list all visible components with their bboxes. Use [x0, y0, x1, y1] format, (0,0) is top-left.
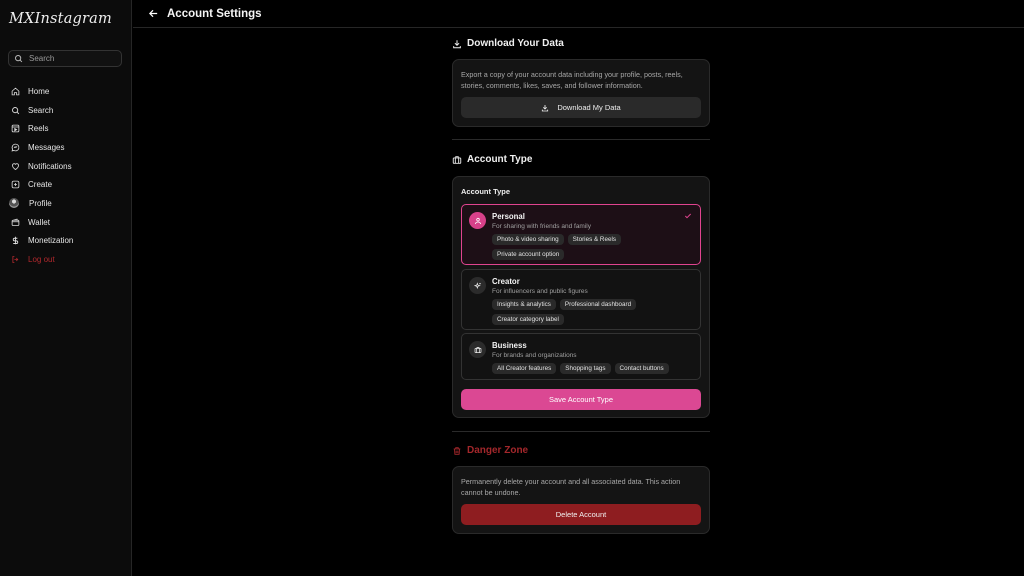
danger-description: Permanently delete your account and all … — [461, 477, 681, 497]
account-type-label: Account Type — [461, 187, 511, 196]
sidebar-item-create[interactable]: Create — [0, 175, 131, 194]
feature-chips: All Creator features Shopping tags Conta… — [492, 363, 697, 374]
sidebar-search[interactable] — [8, 50, 122, 67]
account-option-creator[interactable]: Creator For influencers and public figur… — [461, 269, 701, 330]
trash-icon — [453, 446, 461, 455]
briefcase-icon — [452, 155, 462, 164]
search-icon — [15, 55, 23, 63]
sidebar-item-label: Reels — [28, 124, 49, 134]
feature-chip: All Creator features — [492, 363, 557, 374]
section-title-text: Danger Zone — [467, 445, 529, 456]
divider — [452, 139, 710, 140]
option-icon — [469, 277, 486, 294]
feature-chip: Private account option — [492, 249, 565, 260]
sidebar-item-logout[interactable]: Log out — [0, 250, 131, 269]
sidebar-item-label: Profile — [29, 198, 52, 208]
sidebar-item-label: Log out — [28, 255, 55, 265]
briefcase-icon — [474, 346, 481, 353]
feature-chip: Professional dashboard — [559, 299, 637, 310]
search-icon — [11, 106, 19, 114]
feature-chip: Shopping tags — [560, 363, 611, 374]
option-name: Personal — [492, 212, 525, 221]
sidebar-item-label: Messages — [28, 142, 65, 152]
plus-square-icon — [11, 180, 19, 189]
save-account-type-button[interactable]: Save Account Type — [461, 389, 701, 410]
sidebar-item-label: Home — [28, 86, 50, 96]
account-option-business[interactable]: Business For brands and organizations Al… — [461, 333, 701, 380]
option-subtitle: For influencers and public figures — [492, 288, 588, 295]
section-title-text: Account Type — [467, 154, 533, 165]
sidebar-item-home[interactable]: Home — [0, 82, 131, 101]
sparkles-icon — [473, 281, 481, 289]
download-description: Export a copy of your account data inclu… — [461, 70, 683, 90]
page-header: Account Settings — [133, 0, 1024, 28]
sidebar-item-reels[interactable]: Reels — [0, 119, 131, 138]
feature-chips: Insights & analytics Professional dashbo… — [492, 299, 697, 325]
home-icon — [11, 87, 19, 96]
sidebar-item-label: Search — [28, 105, 54, 115]
sidebar-item-search[interactable]: Search — [0, 101, 131, 120]
user-icon — [474, 217, 481, 224]
sidebar-item-label: Notifications — [28, 161, 72, 171]
danger-zone-title: Danger Zone — [452, 445, 710, 456]
option-subtitle: For brands and organizations — [492, 352, 577, 359]
button-label: Download My Data — [557, 103, 621, 112]
download-icon — [542, 104, 549, 111]
wallet-icon — [11, 218, 19, 226]
download-section-title: Download Your Data — [452, 38, 710, 49]
heart-icon — [11, 162, 19, 170]
sidebar-item-messages[interactable]: Messages — [0, 138, 131, 157]
app-logo[interactable]: MXInstagram — [9, 11, 112, 27]
feature-chip: Creator category label — [492, 314, 564, 325]
danger-zone-card: Permanently delete your account and all … — [452, 466, 710, 534]
download-card: Export a copy of your account data inclu… — [452, 59, 710, 127]
sidebar-item-monetization[interactable]: Monetization — [0, 232, 131, 251]
sidebar-item-profile[interactable]: Profile — [0, 194, 131, 213]
sidebar-item-wallet[interactable]: Wallet — [0, 213, 131, 232]
search-input[interactable] — [29, 54, 119, 63]
account-type-section-title: Account Type — [452, 154, 710, 165]
account-option-personal[interactable]: Personal For sharing with friends and fa… — [461, 204, 701, 265]
checkmark-icon — [684, 213, 692, 219]
delete-account-button[interactable]: Delete Account — [461, 504, 701, 525]
sidebar-item-label: Wallet — [28, 217, 50, 227]
feature-chip: Photo & video sharing — [492, 234, 564, 245]
feature-chip: Insights & analytics — [492, 299, 556, 310]
page-title: Account Settings — [167, 7, 262, 20]
feature-chip: Contact buttons — [614, 363, 669, 374]
divider — [452, 431, 710, 432]
sidebar-item-label: Monetization — [28, 236, 74, 246]
option-name: Creator — [492, 277, 520, 286]
sidebar: MXInstagram Home Search Reels Messages N… — [0, 0, 132, 576]
account-type-card: Account Type Personal For sharing with f… — [452, 176, 710, 418]
section-title-text: Download Your Data — [467, 38, 564, 49]
option-icon — [469, 341, 486, 358]
message-icon — [11, 143, 19, 152]
sidebar-nav: Home Search Reels Messages Notifications… — [0, 82, 131, 269]
option-subtitle: For sharing with friends and family — [492, 223, 591, 230]
sidebar-item-label: Create — [28, 180, 53, 190]
avatar — [9, 198, 19, 209]
download-icon — [453, 39, 461, 48]
sidebar-item-notifications[interactable]: Notifications — [0, 157, 131, 176]
logout-icon — [11, 256, 18, 263]
option-name: Business — [492, 341, 527, 350]
feature-chips: Photo & video sharing Stories & Reels Pr… — [492, 234, 697, 260]
back-button[interactable] — [147, 8, 159, 20]
feature-chip: Stories & Reels — [567, 234, 622, 245]
reels-icon — [11, 124, 19, 133]
option-icon — [469, 212, 486, 229]
download-data-button[interactable]: Download My Data — [461, 97, 701, 118]
dollar-icon — [12, 237, 18, 245]
arrow-left-icon — [148, 9, 157, 18]
